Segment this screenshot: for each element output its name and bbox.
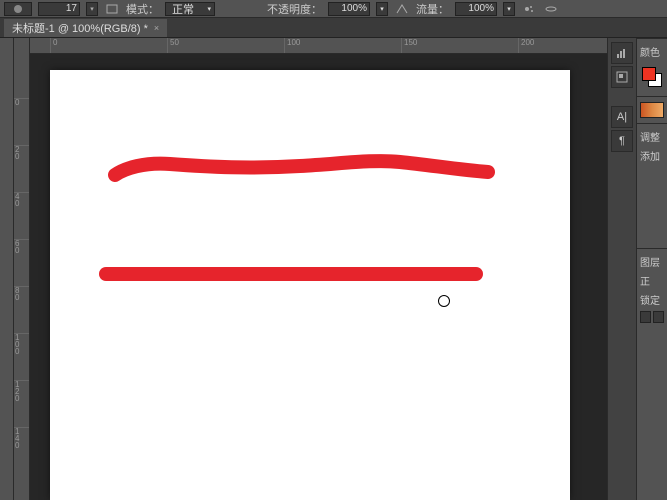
panel-icon-navigator[interactable] (611, 66, 633, 88)
document-tab[interactable]: 未标题-1 @ 100%(RGB/8) * × (4, 19, 167, 37)
layer-blend-label: 正 (638, 271, 666, 290)
v-tick-label: 40 (15, 192, 19, 208)
brush-cursor (438, 295, 450, 307)
airbrush-icon[interactable] (521, 2, 537, 16)
brush-menu-button[interactable]: ▾ (86, 2, 98, 16)
v-tick-label: 20 (15, 145, 19, 161)
h-tick-label: 0 (53, 38, 57, 47)
panel-icon-character[interactable]: A| (611, 106, 633, 128)
h-tick-label: 150 (404, 38, 417, 47)
toggle-brush-panel-icon[interactable] (104, 2, 120, 16)
lock-label: 锁定 (638, 290, 666, 309)
mode-label: 模式： (126, 1, 159, 17)
canvas[interactable] (50, 70, 570, 500)
v-tick-label: 140 (15, 427, 19, 450)
v-tick-label: 120 (15, 380, 19, 403)
color-swatch[interactable] (642, 67, 662, 87)
adjustments-label: 调整 (638, 127, 666, 146)
opacity-value: 100% (341, 3, 367, 14)
swatch-preview[interactable] (640, 102, 664, 118)
opacity-label: 不透明度： (267, 1, 322, 17)
lock-transparency-icon[interactable] (640, 311, 651, 323)
panel-icon-paragraph[interactable]: ¶ (611, 130, 633, 152)
panel-icon-histogram[interactable] (611, 42, 633, 64)
right-panels: 颜色 调整 添加 图层 正 锁定 (637, 38, 667, 500)
color-panel[interactable]: 颜色 (637, 38, 667, 96)
vertical-ruler[interactable]: 0 20 40 60 80 100 120 140 (14, 38, 30, 500)
h-tick-label: 100 (287, 38, 300, 47)
horizontal-ruler[interactable]: 0 50 100 150 200 (30, 38, 607, 54)
adjustments-panel[interactable]: 调整 添加 (637, 123, 667, 168)
document-tab-bar: 未标题-1 @ 100%(RGB/8) * × (0, 18, 667, 38)
blend-mode-select[interactable]: 正常 ▾ (165, 2, 215, 16)
swatches-panel[interactable] (637, 96, 667, 123)
v-tick-label: 100 (15, 333, 19, 356)
flow-value: 100% (468, 3, 494, 14)
h-tick-label: 50 (170, 38, 179, 47)
close-icon[interactable]: × (154, 23, 159, 33)
document-tab-title: 未标题-1 @ 100%(RGB/8) * (12, 20, 148, 36)
v-tick-label: 0 (15, 98, 19, 107)
collapsed-panel-strip: A| ¶ (608, 38, 637, 500)
paragraph-icon: ¶ (619, 135, 625, 147)
canvas-area: 0 50 100 150 200 (30, 38, 607, 500)
character-icon: A| (617, 111, 627, 123)
lock-pixels-icon[interactable] (653, 311, 664, 323)
pressure-opacity-icon[interactable] (394, 2, 410, 16)
right-panel-area: A| ¶ 颜色 调整 添加 图层 正 锁定 (607, 38, 667, 500)
flow-dropdown[interactable]: ▾ (503, 2, 515, 16)
color-panel-label: 颜色 (638, 42, 666, 61)
flow-label: 流量： (416, 1, 449, 17)
layers-label: 图层 (638, 252, 666, 271)
opacity-input[interactable]: 100% (328, 2, 370, 16)
left-tool-strip (0, 38, 14, 500)
lock-icons-row (638, 309, 666, 325)
foreground-color-swatch[interactable] (642, 67, 656, 81)
canvas-drawing (50, 70, 570, 500)
v-tick-label: 80 (15, 286, 19, 302)
brush-preset-icon[interactable] (4, 2, 32, 16)
pressure-size-icon[interactable] (543, 2, 559, 16)
opacity-dropdown[interactable]: ▾ (376, 2, 388, 16)
brush-size-input[interactable]: 17 (38, 2, 80, 16)
add-label: 添加 (638, 146, 666, 165)
brush-size-value: 17 (66, 3, 77, 14)
v-tick-label: 60 (15, 239, 19, 255)
layers-panel[interactable]: 图层 正 锁定 (637, 248, 667, 328)
h-tick-label: 200 (521, 38, 534, 47)
blend-mode-value: 正常 (172, 1, 194, 17)
chevron-down-icon: ▾ (207, 5, 211, 13)
flow-input[interactable]: 100% (455, 2, 497, 16)
options-toolbar: 17 ▾ 模式： 正常 ▾ 不透明度： 100% ▾ 流量： 100% ▾ (0, 0, 667, 18)
